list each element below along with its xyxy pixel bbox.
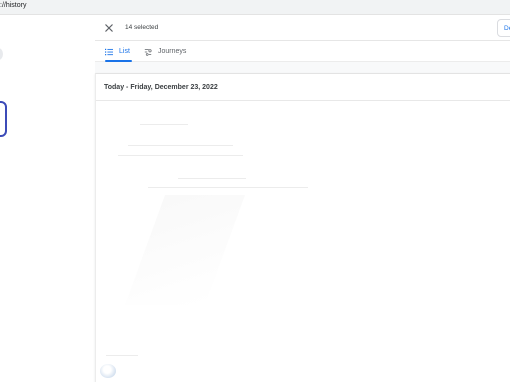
delete-button[interactable]: De (497, 19, 510, 37)
list-icon (105, 48, 113, 56)
history-entry-placeholder (106, 355, 138, 356)
history-entry-placeholder (140, 124, 188, 125)
history-entry-placeholder (178, 178, 246, 179)
history-entry-placeholder (118, 155, 243, 156)
avatar (100, 364, 116, 378)
sidebar-blurred-item (0, 48, 3, 60)
journeys-icon (144, 48, 152, 56)
address-bar[interactable]: ://history (0, 0, 510, 15)
tab-list-label: List (119, 48, 130, 55)
history-card-header: Today - Friday, December 23, 2022 (96, 74, 510, 101)
tab-journeys-label: Journeys (158, 48, 187, 55)
url-text[interactable]: ://history (0, 2, 26, 9)
view-tabs: List Journeys (95, 41, 510, 62)
tab-list[interactable]: List (105, 41, 132, 62)
clear-selection-button[interactable] (103, 22, 115, 34)
history-entry-placeholder (128, 145, 233, 146)
selected-count: 14 selected (125, 24, 159, 31)
selection-toolbar: 14 selected De (95, 15, 510, 41)
date-heading: Today - Friday, December 23, 2022 (104, 84, 218, 91)
sidebar-focused-item[interactable] (0, 101, 7, 137)
history-entry-placeholder (148, 187, 308, 188)
close-icon (105, 24, 113, 32)
tab-journeys[interactable]: Journeys (144, 41, 186, 62)
sidebar (0, 15, 95, 382)
